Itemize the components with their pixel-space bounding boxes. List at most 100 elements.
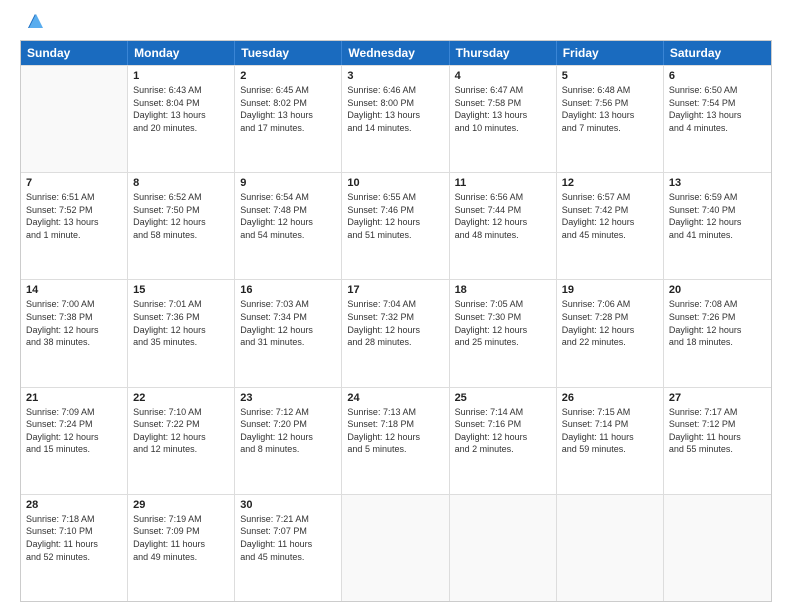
cell-info-line: Daylight: 12 hours xyxy=(455,216,551,229)
cell-info-line: Daylight: 13 hours xyxy=(455,109,551,122)
cell-info-line: Sunrise: 7:06 AM xyxy=(562,298,658,311)
calendar-cell: 14Sunrise: 7:00 AMSunset: 7:38 PMDayligh… xyxy=(21,280,128,386)
day-number: 2 xyxy=(240,70,336,82)
day-number: 26 xyxy=(562,392,658,404)
cell-info-line: Sunrise: 6:56 AM xyxy=(455,191,551,204)
calendar-cell: 29Sunrise: 7:19 AMSunset: 7:09 PMDayligh… xyxy=(128,495,235,601)
header-day-wednesday: Wednesday xyxy=(342,41,449,65)
cell-info-line: and 7 minutes. xyxy=(562,122,658,135)
cell-info-line: Sunset: 7:40 PM xyxy=(669,204,766,217)
day-number: 27 xyxy=(669,392,766,404)
calendar-cell: 7Sunrise: 6:51 AMSunset: 7:52 PMDaylight… xyxy=(21,173,128,279)
cell-info-line: Sunrise: 7:19 AM xyxy=(133,513,229,526)
cell-info-line: Daylight: 12 hours xyxy=(669,216,766,229)
cell-info-line: and 2 minutes. xyxy=(455,443,551,456)
cell-info-line: and 28 minutes. xyxy=(347,336,443,349)
day-number: 6 xyxy=(669,70,766,82)
day-number: 1 xyxy=(133,70,229,82)
cell-info-line: and 59 minutes. xyxy=(562,443,658,456)
cell-info-line: Sunset: 7:10 PM xyxy=(26,525,122,538)
cell-info-line: Sunrise: 7:05 AM xyxy=(455,298,551,311)
cell-info-line: and 20 minutes. xyxy=(133,122,229,135)
cell-info-line: Sunrise: 7:09 AM xyxy=(26,406,122,419)
calendar-cell xyxy=(21,66,128,172)
cell-info-line: Daylight: 12 hours xyxy=(455,431,551,444)
calendar-header: SundayMondayTuesdayWednesdayThursdayFrid… xyxy=(21,41,771,65)
cell-info-line: Daylight: 12 hours xyxy=(240,324,336,337)
day-number: 3 xyxy=(347,70,443,82)
header-day-sunday: Sunday xyxy=(21,41,128,65)
day-number: 12 xyxy=(562,177,658,189)
cell-info-line: and 48 minutes. xyxy=(455,229,551,242)
calendar-cell: 20Sunrise: 7:08 AMSunset: 7:26 PMDayligh… xyxy=(664,280,771,386)
cell-info-line: Sunrise: 6:52 AM xyxy=(133,191,229,204)
cell-info-line: Sunset: 7:24 PM xyxy=(26,418,122,431)
calendar-cell: 24Sunrise: 7:13 AMSunset: 7:18 PMDayligh… xyxy=(342,388,449,494)
cell-info-line: Sunset: 7:07 PM xyxy=(240,525,336,538)
calendar-cell: 1Sunrise: 6:43 AMSunset: 8:04 PMDaylight… xyxy=(128,66,235,172)
cell-info-line: Sunrise: 7:21 AM xyxy=(240,513,336,526)
calendar-cell: 18Sunrise: 7:05 AMSunset: 7:30 PMDayligh… xyxy=(450,280,557,386)
day-number: 13 xyxy=(669,177,766,189)
calendar-cell: 2Sunrise: 6:45 AMSunset: 8:02 PMDaylight… xyxy=(235,66,342,172)
cell-info-line: Daylight: 13 hours xyxy=(240,109,336,122)
cell-info-line: Sunrise: 7:04 AM xyxy=(347,298,443,311)
header-day-friday: Friday xyxy=(557,41,664,65)
cell-info-line: Sunrise: 6:43 AM xyxy=(133,84,229,97)
cell-info-line: Sunrise: 7:18 AM xyxy=(26,513,122,526)
day-number: 5 xyxy=(562,70,658,82)
cell-info-line: Daylight: 12 hours xyxy=(347,216,443,229)
cell-info-line: and 35 minutes. xyxy=(133,336,229,349)
header-day-saturday: Saturday xyxy=(664,41,771,65)
cell-info-line: Sunset: 7:28 PM xyxy=(562,311,658,324)
calendar-cell: 25Sunrise: 7:14 AMSunset: 7:16 PMDayligh… xyxy=(450,388,557,494)
cell-info-line: Sunset: 7:26 PM xyxy=(669,311,766,324)
cell-info-line: and 12 minutes. xyxy=(133,443,229,456)
day-number: 29 xyxy=(133,499,229,511)
calendar-cell: 21 Sunrise: 7:09 AMSunset: 7:24 PMDayligh… xyxy=(21,388,128,494)
cell-info-line: Daylight: 12 hours xyxy=(26,431,122,444)
day-number: 20 xyxy=(669,284,766,296)
calendar-row-3: 21Sunrise: 7:09 AMSunset: 7:24 PMDayligh… xyxy=(21,387,771,494)
day-number: 30 xyxy=(240,499,336,511)
cell-info-line: Sunset: 7:14 PM xyxy=(562,418,658,431)
cell-info-line: Daylight: 13 hours xyxy=(669,109,766,122)
cell-info-line: and 38 minutes. xyxy=(26,336,122,349)
header-day-monday: Monday xyxy=(128,41,235,65)
cell-info-line: and 17 minutes. xyxy=(240,122,336,135)
calendar-cell: 13Sunrise: 6:59 AMSunset: 7:40 PMDayligh… xyxy=(664,173,771,279)
cell-info-line: Sunrise: 7:13 AM xyxy=(347,406,443,419)
logo xyxy=(20,20,46,32)
calendar-row-4: 28Sunrise: 7:18 AMSunset: 7:10 PMDayligh… xyxy=(21,494,771,601)
cell-info-line: Sunset: 7:46 PM xyxy=(347,204,443,217)
cell-info-line: Daylight: 12 hours xyxy=(562,216,658,229)
calendar-cell: 12Sunrise: 6:57 AMSunset: 7:42 PMDayligh… xyxy=(557,173,664,279)
cell-info-line: Sunset: 7:18 PM xyxy=(347,418,443,431)
calendar-cell xyxy=(664,495,771,601)
calendar-cell xyxy=(342,495,449,601)
cell-info-line: Sunrise: 7:10 AM xyxy=(133,406,229,419)
calendar-cell xyxy=(557,495,664,601)
cell-info-line: Sunset: 7:30 PM xyxy=(455,311,551,324)
cell-info-line: Daylight: 11 hours xyxy=(669,431,766,444)
cell-info-line: Sunset: 7:22 PM xyxy=(133,418,229,431)
calendar-cell: 23Sunrise: 7:12 AMSunset: 7:20 PMDayligh… xyxy=(235,388,342,494)
cell-info-line: Daylight: 13 hours xyxy=(133,109,229,122)
day-number: 25 xyxy=(455,392,551,404)
cell-info-line: Sunrise: 7:17 AM xyxy=(669,406,766,419)
day-number: 24 xyxy=(347,392,443,404)
cell-info-line: and 54 minutes. xyxy=(240,229,336,242)
cell-info-line: Sunset: 7:52 PM xyxy=(26,204,122,217)
cell-info-line: Sunset: 7:58 PM xyxy=(455,97,551,110)
header xyxy=(20,16,772,32)
day-number: 21 xyxy=(26,392,122,404)
calendar-cell: 15Sunrise: 7:01 AMSunset: 7:36 PMDayligh… xyxy=(128,280,235,386)
cell-info-line: and 1 minute. xyxy=(26,229,122,242)
day-number: 18 xyxy=(455,284,551,296)
calendar-cell: 10Sunrise: 6:55 AMSunset: 7:46 PMDayligh… xyxy=(342,173,449,279)
cell-info-line: Sunrise: 7:15 AM xyxy=(562,406,658,419)
cell-info-line: and 15 minutes. xyxy=(26,443,122,456)
cell-info-line: and 25 minutes. xyxy=(455,336,551,349)
cell-info-line: Sunrise: 6:50 AM xyxy=(669,84,766,97)
cell-info-line: Daylight: 11 hours xyxy=(133,538,229,551)
